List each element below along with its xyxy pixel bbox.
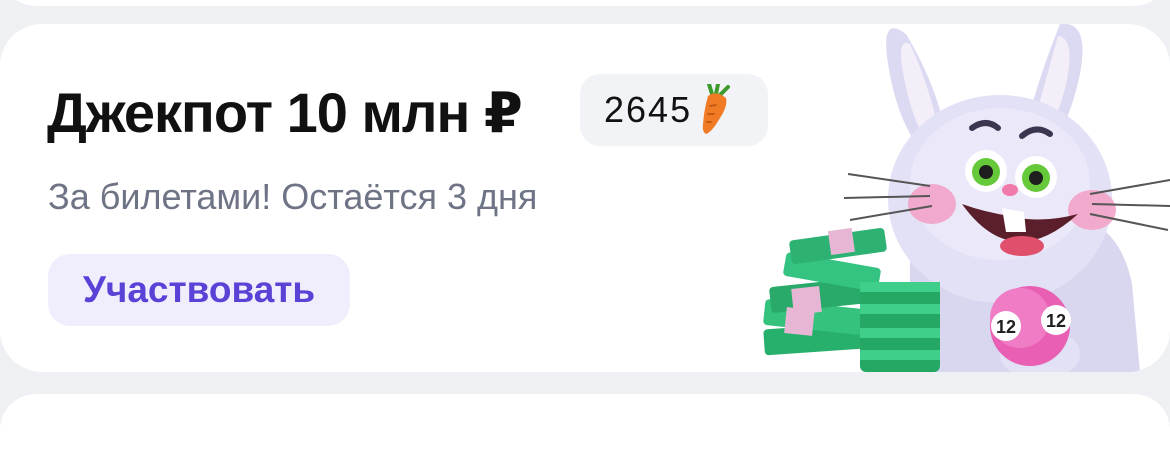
jackpot-card[interactable]: Джекпот 10 млн ₽ 2645 За билетами! Остаё… — [0, 24, 1170, 372]
participate-button[interactable]: Участвовать — [48, 254, 350, 326]
jackpot-subtitle: За билетами! Остаётся 3 дня — [48, 176, 538, 217]
lottery-ball-number: 12 — [1046, 311, 1066, 331]
lottery-ball-number: 12 — [996, 317, 1016, 337]
rabbit-with-money-illustration: 12 12 — [763, 24, 1170, 372]
previous-card — [0, 0, 1170, 6]
carrot-balance-count: 2645 — [604, 89, 693, 130]
jackpot-title: Джекпот 10 млн ₽ — [47, 81, 523, 144]
carrot-icon — [698, 82, 734, 136]
next-card — [0, 394, 1170, 474]
